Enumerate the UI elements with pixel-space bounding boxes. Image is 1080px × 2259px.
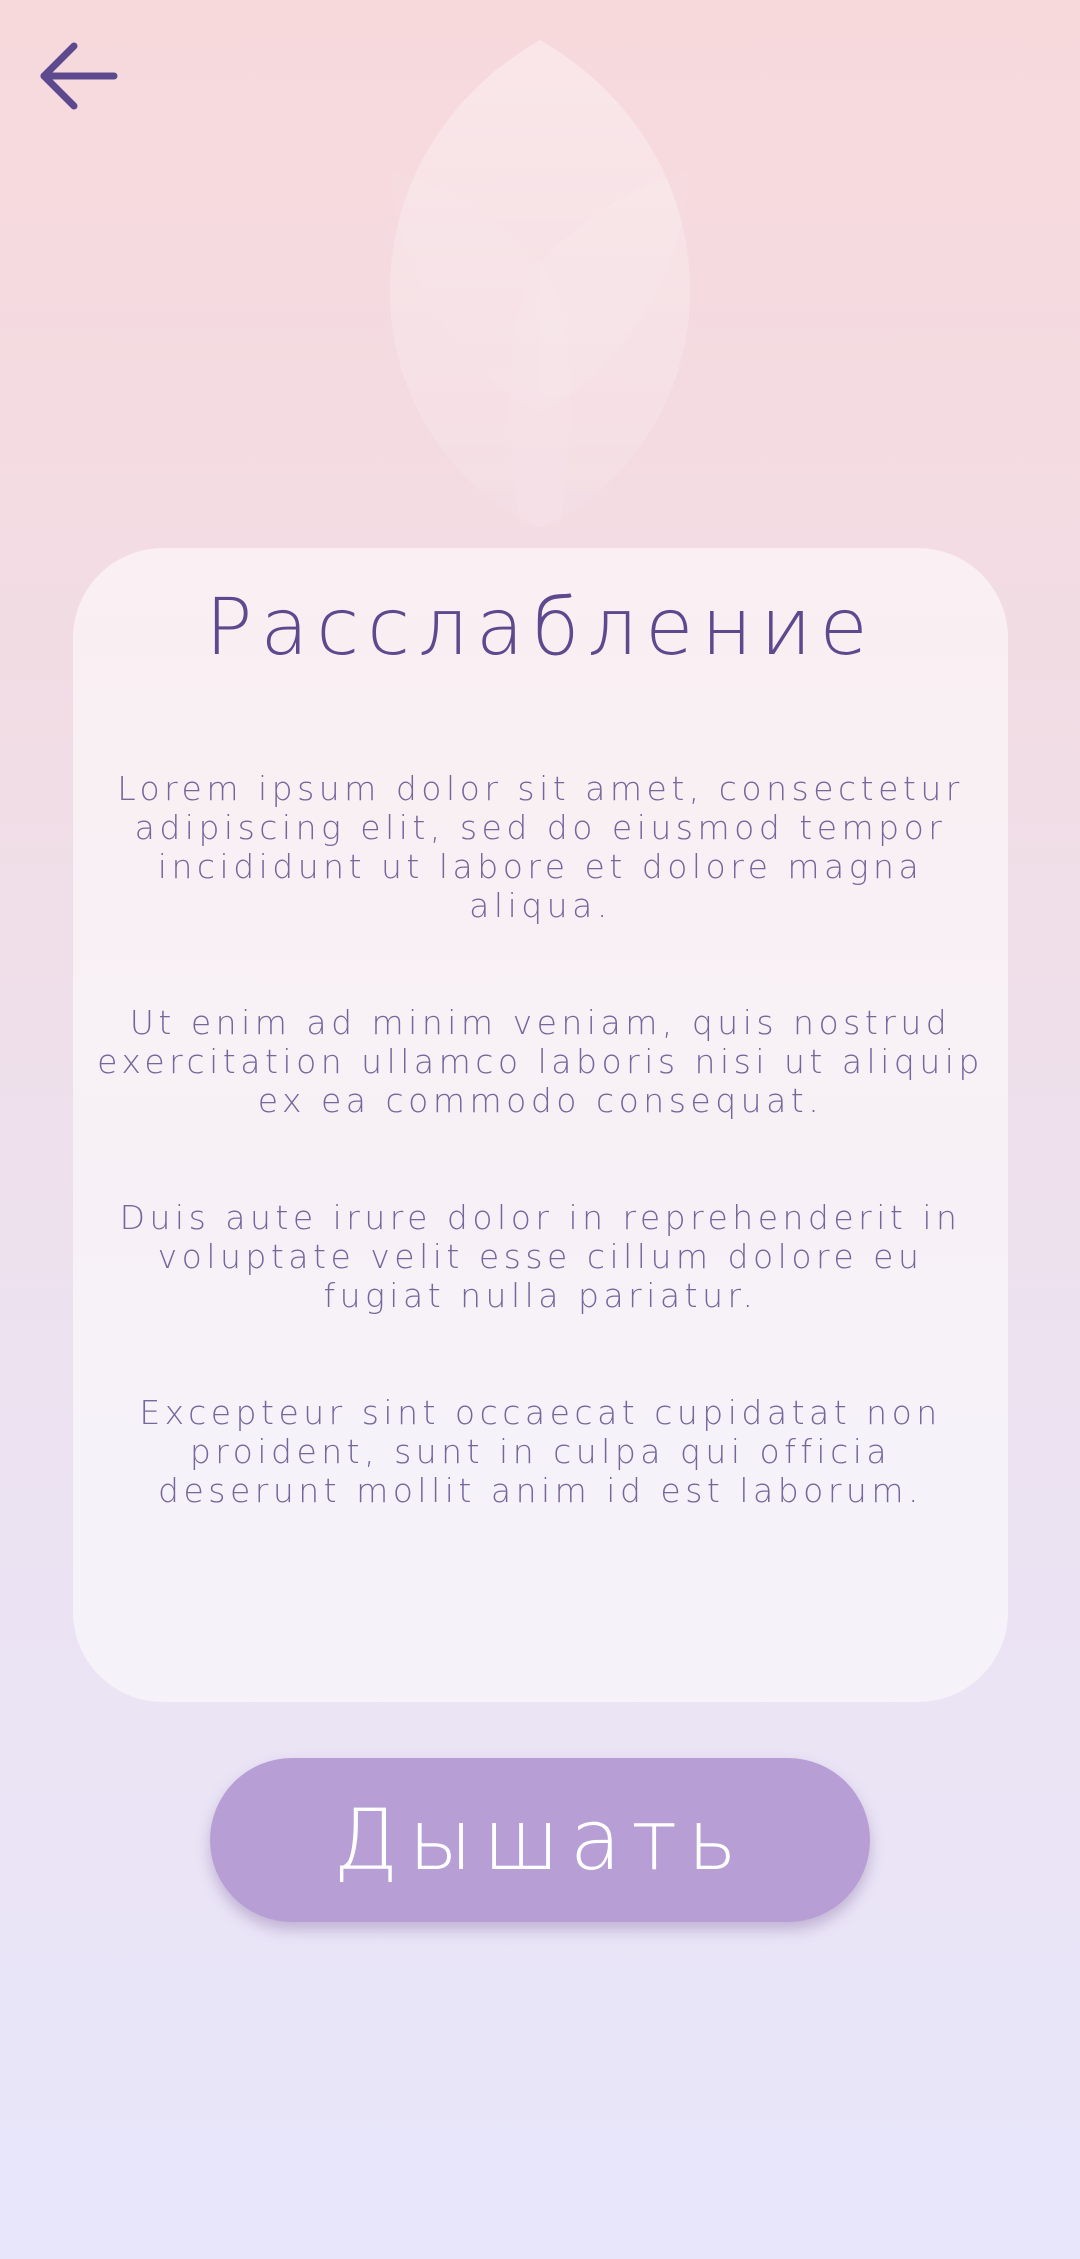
card-title: Расслабление bbox=[205, 583, 876, 673]
paragraph-4: Excepteur sint occaecat cupidatat non pr… bbox=[139, 1393, 942, 1511]
paragraph-2: Ut enim ad minim veniam, quis nostrud ex… bbox=[97, 1003, 984, 1121]
back-button[interactable] bbox=[34, 36, 124, 116]
breathe-button-label: Дышать bbox=[333, 1791, 747, 1889]
breathe-button[interactable]: Дышать bbox=[210, 1758, 870, 1922]
leaf-icon bbox=[380, 32, 700, 532]
paragraph-1: Lorem ipsum dolor sit amet, consectetur … bbox=[117, 769, 964, 926]
content-card: Расслабление Lorem ipsum dolor sit amet,… bbox=[73, 548, 1008, 1702]
paragraph-3: Duis aute irure dolor in reprehenderit i… bbox=[119, 1198, 962, 1316]
arrow-left-icon bbox=[40, 42, 118, 110]
description-text: Lorem ipsum dolor sit amet, consectetur … bbox=[73, 769, 1008, 1510]
